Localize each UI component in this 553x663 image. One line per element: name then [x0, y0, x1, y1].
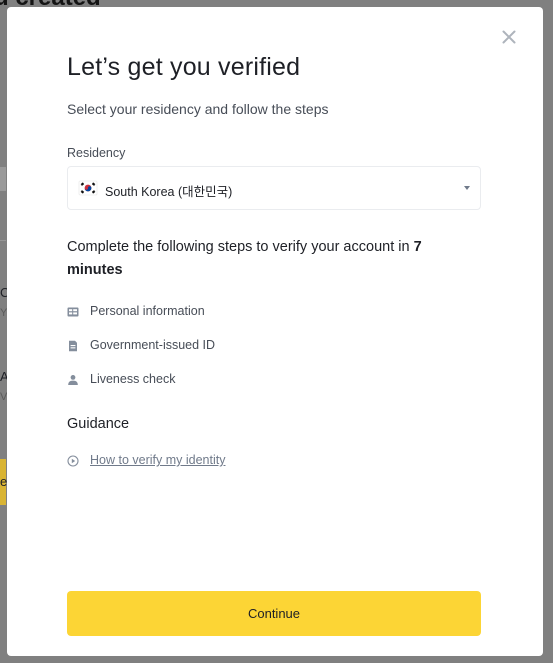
residency-select-value: South Korea (대한민국) [105, 185, 233, 199]
chevron-down-icon [464, 186, 470, 190]
step-label: Government-issued ID [90, 338, 216, 352]
residency-label: Residency [67, 146, 126, 160]
person-icon [68, 375, 78, 385]
play-circle-icon [67, 455, 79, 467]
residency-select[interactable]: South Korea (대한민국) [67, 166, 481, 210]
background-text: er [0, 474, 7, 489]
steps-heading: Complete the following steps to verify y… [67, 236, 467, 282]
south-korea-flag-icon [78, 180, 98, 196]
close-button[interactable] [499, 27, 519, 47]
background-text: C [0, 285, 7, 300]
step-label: Liveness check [90, 372, 176, 386]
how-to-verify-link[interactable]: How to verify my identity [90, 453, 225, 467]
guidance-title: Guidance [67, 416, 130, 432]
modal-subtitle: Select your residency and follow the ste… [67, 101, 329, 117]
background-input [0, 167, 6, 191]
background-divider [0, 240, 6, 241]
step-label: Personal information [90, 304, 205, 318]
continue-button[interactable]: Continue [67, 591, 481, 636]
id-card-icon [67, 307, 79, 317]
verification-modal: Let’s get you verified Select your resid… [7, 7, 543, 656]
modal-title: Let’s get you verified [67, 53, 301, 81]
document-icon [69, 340, 77, 352]
background-text: A [0, 369, 7, 384]
background-text: Y [0, 307, 7, 319]
background-text: V [0, 391, 7, 403]
steps-intro-text: Complete the following steps to verify y… [67, 239, 414, 255]
close-icon [502, 30, 516, 44]
